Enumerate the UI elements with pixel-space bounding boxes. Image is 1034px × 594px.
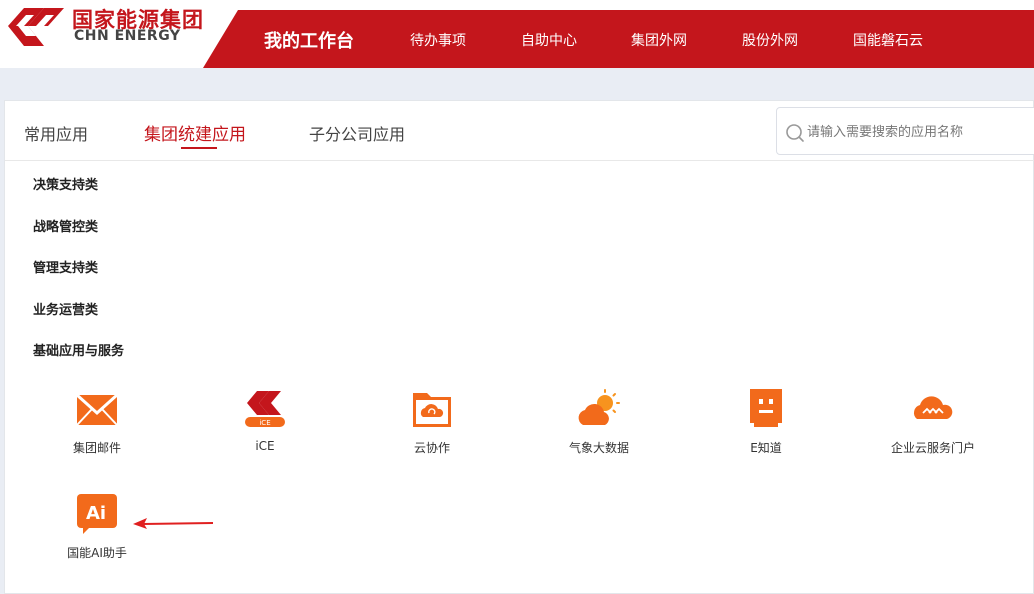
weather-icon (578, 389, 620, 425)
logo-english-text: CHN ENERGY (74, 28, 181, 44)
nav-group-extranet[interactable]: 集团外网 (631, 30, 687, 50)
svg-text:Ai: Ai (86, 503, 106, 524)
chn-energy-logo-icon (8, 8, 64, 46)
category-business-operations[interactable]: 业务运营类 (33, 299, 98, 318)
nav-todo[interactable]: 待办事项 (410, 30, 466, 50)
nav-my-workbench[interactable]: 我的工作台 (264, 27, 354, 53)
app-enterprise-cloud-portal[interactable]: 企业云服务门户 (871, 387, 991, 467)
app-ice[interactable]: iCE iCE (203, 387, 323, 467)
app-group-mail[interactable]: 集团邮件 (35, 387, 155, 467)
app-label: 云协作 (413, 441, 450, 455)
tab-subsidiary-apps[interactable]: 子分公司应用 (309, 121, 405, 145)
category-decision-support[interactable]: 决策支持类 (33, 174, 98, 193)
app-panel: 常用应用 集团统建应用 子分公司应用 决策支持类 战略管控类 管理支持类 业务运… (4, 100, 1034, 594)
nav-shares-extranet[interactable]: 股份外网 (742, 30, 798, 50)
app-search-box[interactable] (776, 107, 1034, 155)
app-cloud-collaboration[interactable]: 云协作 (370, 387, 490, 467)
category-basic-services[interactable]: 基础应用与服务 (33, 340, 124, 359)
nav-panshi-cloud[interactable]: 国能磐石云 (853, 30, 923, 50)
tab-group-apps[interactable]: 集团统建应用 (144, 120, 246, 145)
category-strategy-control[interactable]: 战略管控类 (33, 216, 98, 235)
svg-text:iCE: iCE (259, 419, 270, 427)
app-ai-assistant[interactable]: Ai 国能AI助手 (35, 492, 155, 572)
active-tab-underline (181, 147, 217, 149)
pointer-arrow-icon (133, 518, 214, 529)
app-label: 企业云服务门户 (890, 441, 975, 455)
app-label: 气象大数据 (568, 441, 629, 455)
cloud-portal-icon (913, 396, 953, 419)
app-label: 国能AI助手 (67, 546, 127, 560)
ai-assistant-icon: Ai (77, 494, 117, 534)
nav-self-service[interactable]: 自助中心 (521, 30, 577, 50)
search-icon (786, 124, 804, 142)
category-management-support[interactable]: 管理支持类 (33, 257, 98, 276)
cloud-folder-icon (413, 393, 451, 427)
tab-common-apps[interactable]: 常用应用 (24, 121, 88, 145)
brand-logo[interactable]: 国家能源集团 CHN ENERGY (0, 0, 240, 68)
app-label: 集团邮件 (72, 441, 121, 455)
app-e-zhidao[interactable]: E知道 (704, 387, 824, 467)
ice-logo-icon: iCE (245, 391, 285, 427)
app-weather-big-data[interactable]: 气象大数据 (537, 387, 657, 467)
robot-face-icon (750, 389, 782, 427)
app-label: E知道 (750, 441, 782, 455)
top-header: 国家能源集团 CHN ENERGY 我的工作台 待办事项 自助中心 集团外网 股… (0, 0, 1034, 68)
app-label: iCE (255, 439, 275, 453)
app-tabs: 常用应用 集团统建应用 子分公司应用 (5, 101, 1034, 161)
mail-icon (75, 393, 119, 426)
search-input[interactable] (807, 120, 1027, 144)
